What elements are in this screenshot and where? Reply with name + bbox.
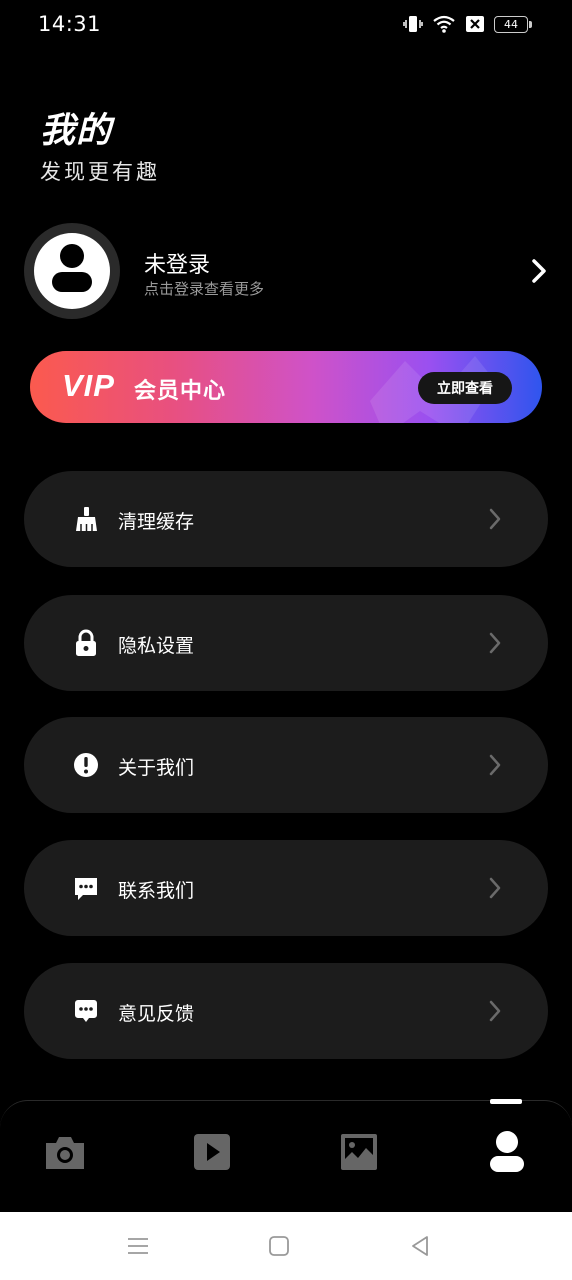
message-icon — [75, 878, 97, 900]
vip-banner[interactable]: VIP 会员中心 立即查看 — [30, 351, 542, 423]
home-icon[interactable] — [265, 1232, 293, 1260]
chevron-right-icon — [489, 632, 501, 654]
chevron-right-icon — [489, 1000, 501, 1022]
bottom-tab-bar — [0, 1100, 572, 1212]
feedback-icon — [75, 1000, 97, 1022]
vibrate-icon — [403, 16, 423, 32]
info-icon — [74, 753, 98, 777]
menu-item-clear-cache[interactable]: 清理缓存 — [24, 471, 548, 567]
lock-icon — [76, 629, 96, 656]
vip-title: 会员中心 — [134, 379, 227, 404]
avatar — [24, 223, 120, 319]
wifi-icon — [433, 15, 455, 33]
system-nav-bar — [0, 1212, 572, 1280]
page-subtitle: 发现更有趣 — [40, 160, 160, 184]
status-time: 14:31 — [38, 12, 102, 36]
vip-view-button[interactable]: 立即查看 — [418, 372, 512, 404]
profile-login-row[interactable]: 未登录 点击登录查看更多 — [24, 223, 554, 319]
active-tab-indicator — [490, 1099, 522, 1104]
photo-icon[interactable] — [336, 1129, 382, 1175]
chevron-right-icon — [489, 754, 501, 776]
chevron-right-icon — [489, 877, 501, 899]
menu-label: 意见反馈 — [118, 1003, 195, 1025]
camera-icon[interactable] — [42, 1129, 88, 1175]
back-icon[interactable] — [406, 1232, 434, 1260]
chevron-right-icon — [532, 259, 546, 283]
page-title: 我的 — [40, 111, 113, 151]
status-bar: 14:31 44 — [0, 0, 572, 52]
menu-label: 隐私设置 — [118, 635, 195, 657]
chevron-right-icon — [489, 508, 501, 530]
menu-label: 清理缓存 — [118, 511, 195, 533]
profile-icon[interactable] — [484, 1129, 530, 1175]
user-icon — [34, 233, 110, 309]
status-icons: 44 — [403, 14, 532, 34]
menu-item-about[interactable]: 关于我们 — [24, 717, 548, 813]
video-icon[interactable] — [189, 1129, 235, 1175]
broom-icon — [76, 507, 97, 531]
menu-icon[interactable] — [124, 1232, 152, 1260]
profile-hint: 点击登录查看更多 — [144, 280, 265, 298]
menu-item-feedback[interactable]: 意见反馈 — [24, 963, 548, 1059]
vip-logo: VIP — [62, 368, 115, 403]
menu-item-privacy[interactable]: 隐私设置 — [24, 595, 548, 691]
menu-item-contact[interactable]: 联系我们 — [24, 840, 548, 936]
profile-name: 未登录 — [144, 253, 211, 278]
battery-icon: 44 — [494, 15, 532, 33]
menu-label: 关于我们 — [118, 757, 195, 779]
menu-label: 联系我们 — [118, 880, 195, 902]
sim-off-icon — [466, 16, 484, 32]
